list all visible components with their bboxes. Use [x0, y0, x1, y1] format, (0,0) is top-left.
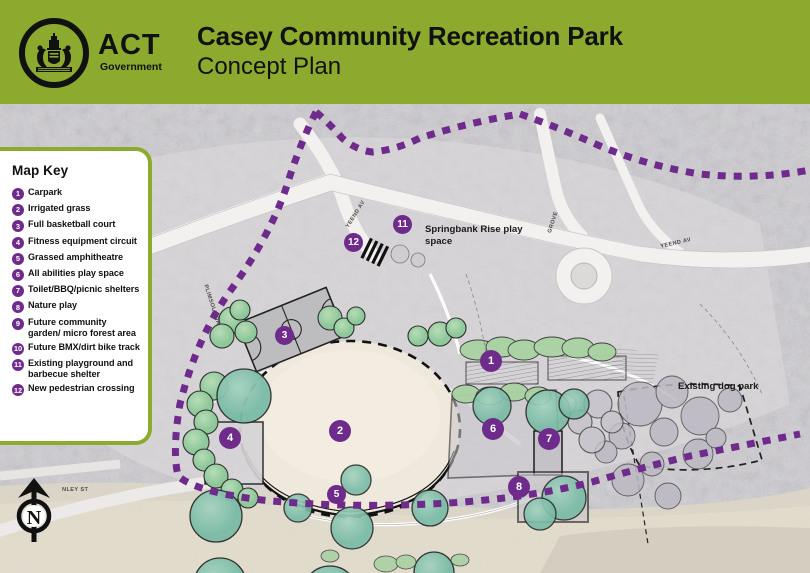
page-subtitle: Concept Plan	[197, 53, 342, 81]
act-logo-text: ACT	[98, 29, 161, 61]
page-header: ACT Government Casey Community Recreatio…	[0, 0, 810, 104]
map-marker-1[interactable]: 1	[480, 350, 502, 372]
map-key-item-3: 3 Full basketball court	[12, 219, 140, 233]
key-marker-4: 4	[12, 236, 24, 249]
map-key-item-11: 11 Existing playground and barbecue shel…	[12, 358, 140, 380]
map-marker-11[interactable]: 11	[393, 215, 412, 234]
key-marker-7: 7	[12, 285, 24, 298]
key-label-8: Nature play	[28, 300, 77, 311]
map-key-item-9: 9 Future community garden/ micro forest …	[12, 317, 140, 339]
key-label-6: All abilities play space	[28, 267, 124, 278]
map-key-item-1: 1 Carpark	[12, 187, 140, 200]
map-key-item-8: 8 Nature play	[12, 300, 140, 314]
map-key-panel: Map Key 1 Carpark 2 Irrigated grass 3 Fu…	[0, 147, 152, 445]
map-key-item-7: 7 Toilet/BBQ/picnic shelters	[12, 284, 140, 298]
map-marker-12[interactable]: 12	[344, 233, 363, 252]
act-coat-of-arms-icon	[19, 18, 89, 88]
key-label-3: Full basketball court	[28, 219, 116, 230]
key-marker-10: 10	[12, 342, 24, 355]
label-springbank-rise-play-space: Springbank Rise play space	[425, 224, 523, 247]
concept-plan-page: ACT Government Casey Community Recreatio…	[0, 0, 810, 573]
compass-north-letter: N	[27, 507, 42, 529]
key-marker-11: 11	[12, 359, 24, 372]
map-marker-4[interactable]: 4	[219, 427, 241, 449]
key-marker-1: 1	[12, 188, 24, 200]
street-label-nley-st: NLEY ST	[62, 487, 89, 493]
map-marker-8[interactable]: 8	[508, 476, 530, 498]
key-label-7: Toilet/BBQ/picnic shelters	[28, 284, 140, 295]
key-label-5: Grassed amphitheatre	[28, 251, 124, 262]
act-government-logo: ACT Government	[18, 17, 178, 89]
map-marker-5[interactable]: 5	[327, 485, 346, 504]
key-marker-2: 2	[12, 204, 24, 217]
map-key-item-10: 10 Future BMX/dirt bike track	[12, 342, 140, 355]
key-marker-6: 6	[12, 268, 24, 281]
government-logo-text: Government	[100, 61, 162, 73]
north-arrow-icon: N	[16, 478, 52, 542]
map-key-item-5: 5 Grassed amphitheatre	[12, 252, 140, 265]
key-label-11: Existing playground and barbecue shelter	[28, 358, 133, 380]
map-key-item-12: 12 New pedestrian crossing	[12, 383, 140, 397]
key-marker-8: 8	[12, 301, 24, 314]
map-key-item-4: 4 Fitness equipment circuit	[12, 236, 140, 249]
map-key-item-2: 2 Irrigated grass	[12, 203, 140, 217]
key-marker-3: 3	[12, 220, 24, 233]
map-key-item-6: 6 All abilities play space	[12, 268, 140, 281]
map-key-title: Map Key	[12, 163, 69, 178]
map-marker-7[interactable]: 7	[538, 428, 560, 450]
key-label-4: Fitness equipment circuit	[28, 235, 137, 246]
map-marker-6[interactable]: 6	[482, 418, 504, 440]
page-title: Casey Community Recreation Park	[197, 21, 623, 51]
key-label-2: Irrigated grass	[28, 203, 91, 214]
title-block: Casey Community Recreation Park Concept …	[197, 21, 623, 81]
map-marker-3[interactable]: 3	[275, 326, 294, 345]
key-label-9: Future community garden/ micro forest ar…	[28, 316, 136, 338]
key-label-12: New pedestrian crossing	[28, 383, 135, 394]
key-label-1: Carpark	[28, 187, 63, 197]
key-marker-12: 12	[12, 384, 24, 397]
key-label-10: Future BMX/dirt bike track	[28, 341, 140, 352]
label-existing-dog-park: Existing dog park	[678, 381, 759, 392]
key-marker-9: 9	[12, 317, 24, 330]
key-marker-5: 5	[12, 252, 24, 265]
concept-plan-map[interactable]: Map Key 1 Carpark 2 Irrigated grass 3 Fu…	[0, 104, 810, 573]
map-marker-2[interactable]: 2	[329, 420, 351, 442]
